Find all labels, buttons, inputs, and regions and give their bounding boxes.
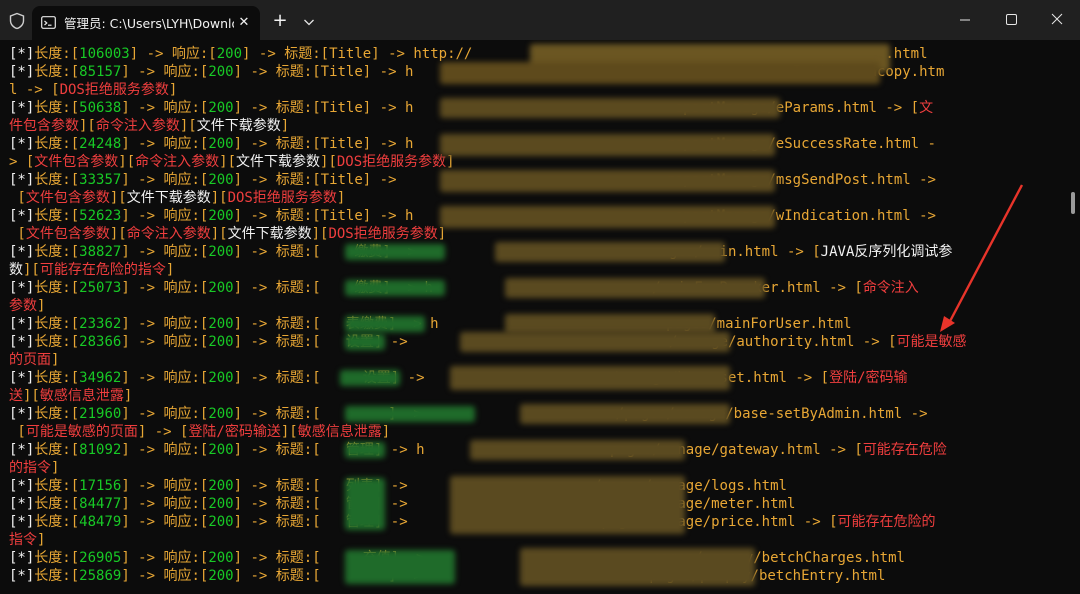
red-arrow-annotation bbox=[940, 184, 1024, 332]
close-tab-icon[interactable]: ✕ bbox=[234, 13, 254, 33]
tab-title: 管理员: C:\Users\LYH\Downloa bbox=[64, 16, 234, 31]
terminal-output[interactable]: [*]长度:[106003] -> 响应:[200] -> 标题:[Title]… bbox=[0, 40, 1064, 594]
close-icon[interactable] bbox=[1034, 0, 1080, 40]
new-tab-button[interactable]: + bbox=[268, 10, 292, 34]
scrollbar[interactable] bbox=[1066, 40, 1080, 594]
title-bar: 管理员: C:\Users\LYH\Downloa ✕ + bbox=[0, 0, 1080, 40]
scrollbar-thumb[interactable] bbox=[1071, 192, 1075, 214]
terminal-icon bbox=[41, 16, 56, 29]
shield-icon bbox=[9, 12, 25, 30]
chevron-down-icon[interactable] bbox=[298, 10, 320, 34]
minimize-icon[interactable] bbox=[942, 0, 988, 40]
maximize-icon[interactable] bbox=[988, 0, 1034, 40]
terminal-tab[interactable]: 管理员: C:\Users\LYH\Downloa ✕ bbox=[32, 6, 260, 40]
